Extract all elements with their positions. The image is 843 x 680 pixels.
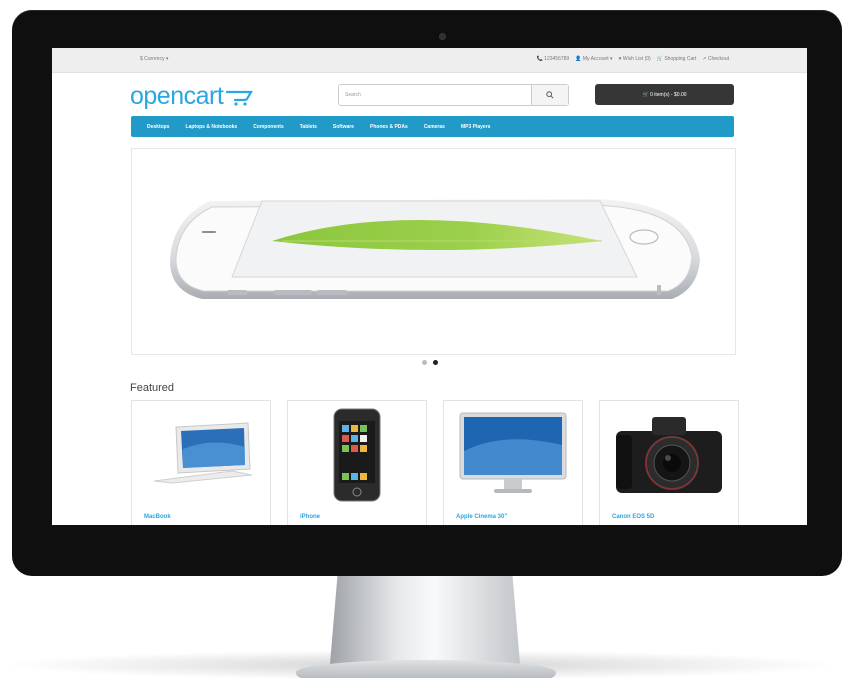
search-icon — [546, 91, 554, 99]
menu-item-software[interactable]: Software — [333, 124, 354, 130]
logo-text: opencart — [130, 82, 224, 110]
product-card-iphone[interactable]: iPhone — [287, 400, 427, 525]
product-name[interactable]: Apple Cinema 30" — [456, 514, 507, 520]
webcam-icon — [439, 33, 446, 40]
monitor-stand-base — [296, 660, 556, 678]
product-card-canon[interactable]: Canon EOS 5D — [599, 400, 739, 525]
currency-dropdown[interactable]: $ Currency ▾ — [140, 56, 168, 62]
menu-item-tablets[interactable]: Tablets — [300, 124, 317, 130]
monitor-screen: $ Currency ▾ 📞 123456789 👤 My Account ▾ … — [52, 48, 807, 525]
search-button[interactable] — [531, 85, 568, 105]
checkout-link[interactable]: ↗ Checkout — [702, 56, 729, 62]
search-bar: Search — [338, 84, 569, 106]
search-input[interactable]: Search — [339, 85, 531, 105]
slideshow-pagination — [422, 360, 438, 365]
cart-button[interactable]: 🛒 0 item(s) - $0.00 — [595, 84, 734, 105]
canon-camera-image — [616, 417, 722, 493]
slide-image-iphone — [170, 199, 700, 299]
shopping-cart-link[interactable]: 🛒 Shopping Cart — [657, 56, 697, 62]
monitor-stand-neck — [330, 574, 520, 664]
menu-item-phones[interactable]: Phones & PDAs — [370, 124, 408, 130]
top-links: 📞 123456789 👤 My Account ▾ ♥ Wish List (… — [537, 56, 729, 62]
menu-item-desktops[interactable]: Desktops — [147, 124, 170, 130]
product-card-macbook[interactable]: MacBook — [131, 400, 271, 525]
featured-heading: Featured — [130, 382, 175, 394]
product-card-apple-cinema[interactable]: Apple Cinema 30" — [443, 400, 583, 525]
category-menu: Desktops Laptops & Notebooks Components … — [131, 116, 734, 137]
menu-item-components[interactable]: Components — [253, 124, 284, 130]
macbook-image — [153, 422, 253, 484]
cart-logo-icon — [226, 90, 254, 106]
store-logo[interactable]: opencart — [130, 82, 254, 111]
slide-dot-1[interactable] — [422, 360, 427, 365]
slide-dot-2[interactable] — [433, 360, 438, 365]
slideshow[interactable] — [131, 148, 736, 355]
product-name[interactable]: MacBook — [144, 514, 171, 520]
iphone-image — [333, 408, 381, 502]
phone-link[interactable]: 📞 123456789 — [537, 56, 570, 62]
menu-item-mp3[interactable]: MP3 Players — [461, 124, 490, 130]
menu-item-cameras[interactable]: Cameras — [424, 124, 445, 130]
product-name[interactable]: iPhone — [300, 514, 320, 520]
cart-button-label: 🛒 0 item(s) - $0.00 — [642, 91, 687, 98]
my-account-dropdown[interactable]: 👤 My Account ▾ — [575, 56, 612, 62]
menu-item-laptops[interactable]: Laptops & Notebooks — [186, 124, 238, 130]
product-name[interactable]: Canon EOS 5D — [612, 514, 654, 520]
top-bar: $ Currency ▾ 📞 123456789 👤 My Account ▾ … — [52, 48, 807, 73]
apple-cinema-image — [459, 412, 567, 493]
wish-list-link[interactable]: ♥ Wish List (0) — [619, 56, 651, 62]
featured-products: MacBook iPhone Apple Cinema 30" Canon EO… — [131, 400, 739, 525]
